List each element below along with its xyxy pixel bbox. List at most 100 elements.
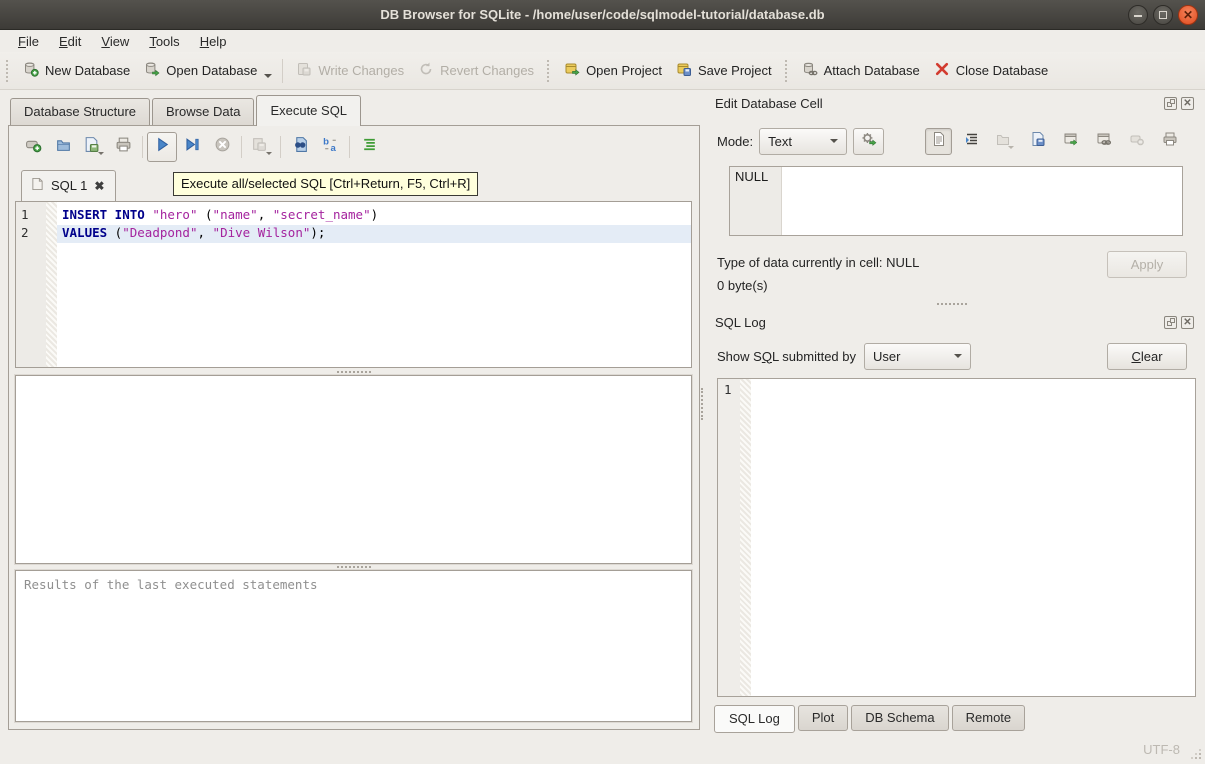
format-sql-icon [361, 136, 378, 158]
execute-line-button[interactable] [177, 132, 207, 162]
close-database-icon [934, 61, 950, 80]
format-sql-button[interactable] [354, 132, 384, 162]
clear-button[interactable]: Clear [1107, 343, 1187, 370]
chevron-down-icon [954, 354, 962, 358]
sql-editor-code[interactable]: INSERT INTO "hero" ("name", "secret_name… [57, 202, 691, 367]
revert-changes-label: Revert Changes [440, 63, 534, 78]
revert-changes-button: Revert Changes [411, 56, 541, 85]
find-button[interactable] [285, 132, 315, 162]
cell-icon-group [925, 128, 1183, 155]
sql-log-float-button[interactable] [1164, 316, 1177, 329]
sql-doc-tab-label: SQL 1 [51, 178, 87, 193]
code-line[interactable]: INSERT INTO "hero" ("name", "secret_name… [57, 207, 691, 225]
menu-file[interactable]: File [8, 32, 49, 51]
menu-edit[interactable]: Edit [49, 32, 91, 51]
close-database-button[interactable]: Close Database [927, 56, 1056, 85]
open-sql-file-button[interactable] [48, 132, 78, 162]
sql-doc-tab[interactable]: SQL 1 ✖ [21, 170, 116, 201]
write-changes-icon [296, 61, 312, 80]
resize-grip-icon[interactable] [1199, 757, 1201, 759]
attach-database-button[interactable]: Attach Database [795, 56, 927, 85]
import-data-button [991, 128, 1018, 155]
text-mode-button[interactable] [925, 128, 952, 155]
save-project-icon [676, 61, 692, 80]
svg-text:b: b [323, 137, 329, 148]
cell-null-label: NULL [735, 169, 768, 184]
sql-doc-tab-close-icon[interactable]: ✖ [94, 181, 104, 191]
find-replace-button[interactable]: ba [315, 132, 345, 162]
cell-type-info: Type of data currently in cell: NULL [717, 251, 919, 274]
dock-tab-sql-log[interactable]: SQL Log [714, 705, 795, 733]
sql-log-gutter: 1 [718, 379, 740, 696]
cell-size-info: 0 byte(s) [717, 274, 919, 297]
close-button[interactable]: ✕ [1178, 5, 1198, 25]
apply-settings-button[interactable] [853, 128, 884, 155]
open-external-button[interactable] [1057, 128, 1084, 155]
toolbar-grip[interactable] [547, 60, 551, 82]
menu-help[interactable]: Help [190, 32, 237, 51]
mode-value: Text [760, 134, 830, 149]
toolbar-grip[interactable] [6, 60, 10, 82]
close-icon: ✕ [1182, 317, 1193, 328]
submitter-value: User [865, 349, 954, 364]
code-line[interactable]: VALUES ("Deadpond", "Dive Wilson"); [57, 225, 691, 243]
submitter-combobox[interactable]: User [864, 343, 971, 370]
edit-cell-toolbar: Mode: Text [717, 127, 1183, 155]
tab-execute-sql[interactable]: Execute SQL [256, 95, 361, 126]
dock-tab-db-schema[interactable]: DB Schema [851, 705, 948, 731]
toolbar-separator [282, 59, 283, 83]
print-cell-icon [1162, 131, 1178, 152]
tab-database-structure[interactable]: Database Structure [10, 98, 150, 125]
results-message-pane[interactable]: Results of the last executed statements [15, 570, 692, 722]
sql-toolbar-separator [280, 136, 281, 158]
open-database-label: Open Database [166, 63, 257, 78]
attach-database-label: Attach Database [824, 63, 920, 78]
stop-icon [214, 136, 231, 158]
minimize-button[interactable] [1128, 5, 1148, 25]
open-database-button[interactable]: Open Database [137, 56, 264, 85]
save-sql-dropdown-icon[interactable] [98, 152, 104, 155]
execute-all-button[interactable] [147, 132, 177, 162]
print-cell-button[interactable] [1156, 128, 1183, 155]
edit-cell-float-button[interactable] [1164, 97, 1177, 110]
main-vertical-splitter[interactable] [700, 90, 705, 735]
auto-indent-button[interactable] [958, 128, 985, 155]
new-database-button[interactable]: New Database [16, 56, 137, 85]
maximize-button[interactable] [1153, 5, 1173, 25]
dock-tab-plot[interactable]: Plot [798, 705, 848, 731]
edit-cell-close-button[interactable]: ✕ [1181, 97, 1194, 110]
save-sql-file-button[interactable] [78, 132, 108, 162]
sql-log-text-area[interactable] [751, 379, 1195, 696]
dock-tab-remote[interactable]: Remote [952, 705, 1026, 731]
menu-view[interactable]: View [91, 32, 139, 51]
menu-tools[interactable]: Tools [139, 32, 189, 51]
open-project-button[interactable]: Open Project [557, 56, 669, 85]
cell-value-area[interactable] [782, 167, 1182, 235]
tab-browse-data[interactable]: Browse Data [152, 98, 254, 125]
save-project-button[interactable]: Save Project [669, 56, 779, 85]
results-grid[interactable] [15, 375, 692, 564]
export-data-button[interactable] [1024, 128, 1051, 155]
titlebar[interactable]: DB Browser for SQLite - /home/user/code/… [0, 0, 1205, 30]
splitter-handle-icon [937, 303, 967, 305]
encoding-indicator[interactable]: UTF-8 [1143, 742, 1180, 757]
auto-indent-icon [964, 131, 980, 152]
sql-editor[interactable]: 12 INSERT INTO "hero" ("name", "secret_n… [15, 201, 692, 368]
print-button[interactable] [108, 132, 138, 162]
sql-log-editor[interactable]: 1 [717, 378, 1196, 697]
new-sql-tab-button[interactable] [18, 132, 48, 162]
toolbar-grip[interactable] [785, 60, 789, 82]
editor-splitter[interactable] [14, 368, 693, 375]
minimize-icon [1134, 15, 1142, 17]
set-null-button [1123, 128, 1150, 155]
sql-log-close-button[interactable]: ✕ [1181, 316, 1194, 329]
mode-combobox[interactable]: Text [759, 128, 847, 155]
open-database-icon [144, 61, 160, 80]
cell-value-editor[interactable]: NULL [729, 166, 1183, 236]
dock-splitter[interactable] [707, 297, 1197, 311]
dock-tab-bar: SQL Log Plot DB Schema Remote [714, 705, 1197, 732]
open-database-dropdown-icon[interactable] [264, 74, 272, 78]
sql-toolbar-separator [349, 136, 350, 158]
sql-toolbar-separator [241, 136, 242, 158]
link-button[interactable] [1090, 128, 1117, 155]
